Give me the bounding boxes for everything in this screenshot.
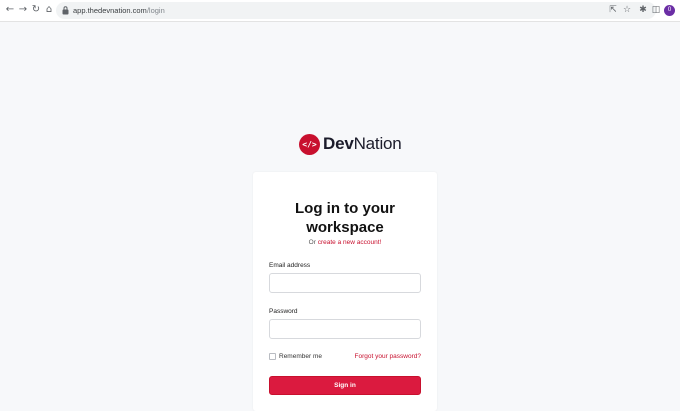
title-line-2: workspace — [306, 219, 384, 236]
password-field[interactable] — [269, 319, 421, 339]
page-title: Log in to your workspace — [253, 199, 437, 237]
title-line-1: Log in to your — [295, 200, 395, 217]
browser-toolbar: ← → ↻ ⌂ app.thedevnation.com/login ⇱ ☆ ✱… — [0, 0, 680, 22]
brand-name: DevNation — [323, 134, 402, 154]
remember-me-label[interactable]: Remember me — [279, 353, 322, 360]
forgot-password-link[interactable]: Forgot your password? — [355, 353, 421, 360]
address-bar[interactable]: app.thedevnation.com/login — [56, 2, 656, 19]
share-icon[interactable]: ⇱ — [607, 4, 619, 16]
url-path: /login — [146, 6, 165, 15]
sign-in-button[interactable]: Sign in — [269, 376, 421, 395]
signup-prefix: Or — [308, 239, 316, 246]
star-icon[interactable]: ☆ — [621, 4, 633, 16]
create-account-link[interactable]: create a new account! — [318, 239, 382, 246]
home-icon[interactable]: ⌂ — [43, 4, 55, 16]
forward-icon[interactable]: → — [17, 4, 29, 16]
remember-me-checkbox[interactable] — [269, 353, 276, 360]
password-label: Password — [269, 308, 298, 315]
sidebar-icon[interactable]: ◫ — [650, 4, 662, 16]
brand-logo: </> DevNation — [299, 131, 402, 157]
signup-prompt: Or create a new account! — [253, 239, 437, 246]
url-text: app.thedevnation.com/login — [73, 5, 165, 16]
lock-icon — [62, 6, 69, 15]
brand-name-bold: Dev — [323, 134, 354, 153]
profile-avatar[interactable]: 0 — [664, 5, 675, 16]
login-card: Log in to your workspace Or create a new… — [253, 172, 437, 411]
code-icon: </> — [299, 133, 320, 155]
reload-icon[interactable]: ↻ — [30, 4, 42, 16]
email-field[interactable] — [269, 273, 421, 293]
url-host: app.thedevnation.com — [73, 6, 147, 15]
back-icon[interactable]: ← — [4, 4, 16, 16]
brand-name-rest: Nation — [353, 134, 402, 153]
extensions-icon[interactable]: ✱ — [637, 4, 649, 16]
email-label: Email address — [269, 262, 311, 269]
